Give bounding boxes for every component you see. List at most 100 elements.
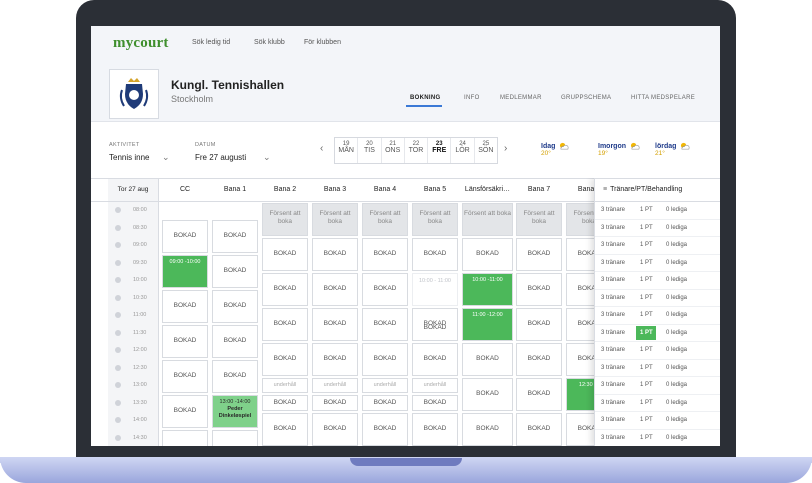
slot-booked[interactable]: BOKAD: [312, 273, 358, 306]
slot-closed[interactable]: Försent att boka: [516, 203, 562, 236]
trainer-row[interactable]: 3 tränare 1 PT 0 lediga: [595, 430, 720, 447]
chevron-down-icon[interactable]: ⌄: [263, 152, 271, 163]
slot-booked[interactable]: BOKAD: [312, 238, 358, 271]
trainer-row[interactable]: 3 tränare 1 PT 0 lediga: [595, 412, 720, 430]
slot-booked[interactable]: BOKAD: [362, 308, 408, 341]
activity-select[interactable]: Tennis inne: [109, 153, 149, 162]
slot-booked[interactable]: BOKAD: [212, 290, 258, 323]
trainer-row[interactable]: 3 tränare 1 PT 0 lediga: [595, 290, 720, 307]
trainer-row[interactable]: 3 tränare 1 PT 0 lediga: [595, 342, 720, 360]
slot-closed[interactable]: Försent att boka: [262, 203, 308, 236]
slot-booked[interactable]: BOKAD: [262, 343, 308, 376]
slot-available[interactable]: 11:00 -12:00: [462, 308, 513, 341]
day-sun[interactable]: 25 SÖN: [475, 138, 497, 163]
slot-closed[interactable]: Försent att boka: [362, 203, 408, 236]
tab-booking[interactable]: BOKNING: [410, 95, 440, 101]
date-select[interactable]: Fre 27 augusti: [195, 153, 246, 162]
trainer-row[interactable]: 3 tränare 1 PT 0 lediga: [595, 220, 720, 237]
slot-booked[interactable]: BOKAD: [312, 308, 358, 341]
hamburger-icon[interactable]: ≡: [603, 186, 607, 193]
day-tue[interactable]: 20 TIS: [358, 138, 382, 163]
time-row: 09:30: [108, 255, 159, 273]
slot-booked[interactable]: BOKAD: [162, 290, 208, 323]
slot-booked[interactable]: BOKAD: [212, 255, 258, 288]
slot-closed[interactable]: Försent att boka: [462, 203, 513, 236]
slot-booked[interactable]: BOKAD: [462, 238, 513, 271]
slot-booked[interactable]: BOKAD: [212, 220, 258, 253]
tab-find-partner[interactable]: HITTA MEDSPELARE: [631, 95, 695, 101]
slot-booked[interactable]: BOKAD: [312, 413, 358, 446]
trainer-row[interactable]: 3 tränare 1 PT 0 lediga: [595, 325, 720, 342]
slot-closed[interactable]: Försent att boka: [412, 203, 458, 236]
slot-past[interactable]: 10:00 - 11:00: [412, 273, 458, 306]
slot-booked[interactable]: BOKAD: [262, 413, 308, 446]
slot-maintenance[interactable]: underhåll: [412, 378, 458, 393]
chevron-down-icon[interactable]: ⌄: [162, 152, 170, 163]
tab-members[interactable]: MEDLEMMAR: [500, 95, 542, 101]
nav-for-club[interactable]: För klubben: [304, 39, 341, 46]
trainer-row[interactable]: 3 tränare 1 PT 0 lediga: [595, 307, 720, 325]
slot[interactable]: [212, 430, 258, 446]
slot-booked[interactable]: BOKAD: [362, 273, 408, 306]
slot-booked[interactable]: BOKAD: [162, 220, 208, 253]
slot-booked[interactable]: BOKAD: [362, 343, 408, 376]
chevron-right-icon[interactable]: ›: [504, 143, 507, 154]
time-label: 12:30: [133, 364, 147, 371]
slot-available[interactable]: 09:00 -10:00: [162, 255, 208, 288]
tab-info[interactable]: INFO: [464, 95, 480, 101]
slot-booked[interactable]: BOKAD: [262, 395, 308, 411]
slot-booked[interactable]: BOKAD: [462, 413, 513, 446]
slot-booked[interactable]: BOKAD: [162, 325, 208, 358]
slot-booked[interactable]: BOKAD: [362, 395, 408, 411]
slot-own-booking[interactable]: 13:00 -14:00 Peder Dinkeløspiel: [212, 395, 258, 428]
day-fri[interactable]: 23 FRE: [428, 138, 452, 163]
slot-booked[interactable]: BOKAD: [412, 413, 458, 446]
trainer-row[interactable]: 3 tränare 1 PT 0 lediga: [595, 395, 720, 412]
day-sat[interactable]: 24 LÖR: [451, 138, 475, 163]
slot-booked[interactable]: BOKAD: [516, 378, 562, 411]
slot-booked[interactable]: BOKAD: [516, 238, 562, 271]
slot-booked[interactable]: BOKAD: [412, 395, 458, 411]
day-wed[interactable]: 21 ONS: [382, 138, 405, 163]
slot-booked[interactable]: BOKAD: [516, 343, 562, 376]
slot-booked[interactable]: BOKAD: [412, 343, 458, 376]
mycourt-logo[interactable]: mycourt: [113, 35, 169, 52]
chevron-left-icon[interactable]: ‹: [320, 143, 323, 154]
day-mon[interactable]: 19 MÅN: [335, 138, 359, 163]
tab-group-schedule[interactable]: GRUPPSCHEMA: [561, 95, 611, 101]
trainer-row[interactable]: 3 tränare 1 PT 0 lediga: [595, 237, 720, 255]
slot-closed[interactable]: Försent att boka: [312, 203, 358, 236]
slot-booked[interactable]: BOKAD: [162, 395, 208, 428]
trainer-row[interactable]: 3 tränare 1 PT 0 lediga: [595, 377, 720, 395]
slot-booked[interactable]: BOKAD: [362, 238, 408, 271]
slot-booked[interactable]: BOKAD: [312, 343, 358, 376]
slot-available[interactable]: 10:00 -11:00: [462, 273, 513, 306]
slot-booked[interactable]: BOKAD: [462, 378, 513, 411]
trainer-row[interactable]: 3 tränare 1 PT 0 lediga: [595, 255, 720, 272]
trainer-row[interactable]: 3 tränare 1 PT 0 lediga: [595, 360, 720, 377]
nav-find-slot[interactable]: Sök ledig tid: [192, 39, 230, 46]
slot-booked[interactable]: BOKAD: [516, 308, 562, 341]
slot-booked[interactable]: BOKAD: [162, 360, 208, 393]
slot-booked[interactable]: BOKAD: [312, 395, 358, 411]
slot-maintenance[interactable]: underhåll: [262, 378, 308, 393]
slot-booked[interactable]: BOKAD: [212, 325, 258, 358]
slot-booked[interactable]: BOKAD: [516, 273, 562, 306]
pt-count: 1 PT: [640, 242, 653, 248]
slot-booked[interactable]: BOKAD: [412, 238, 458, 271]
slot-booked[interactable]: BOKAD: [262, 308, 308, 341]
slot[interactable]: [162, 430, 208, 446]
top-nav: mycourt Sök ledig tid Sök klubb För klub…: [91, 26, 720, 62]
slot-booked[interactable]: BOKAD: [516, 413, 562, 446]
slot-maintenance[interactable]: underhåll: [362, 378, 408, 393]
slot-maintenance[interactable]: underhåll: [312, 378, 358, 393]
day-thu[interactable]: 22 TOR: [405, 138, 429, 163]
trainer-row[interactable]: 3 tränare 1 PT 0 lediga: [595, 202, 720, 220]
slot-booked[interactable]: BOKAD: [262, 238, 308, 271]
slot-booked[interactable]: BOKAD: [362, 413, 408, 446]
slot-booked[interactable]: BOKAD: [462, 343, 513, 376]
slot-booked[interactable]: BOKAD: [212, 360, 258, 393]
nav-find-club[interactable]: Sök klubb: [254, 39, 285, 46]
slot-booked[interactable]: BOKAD: [262, 273, 308, 306]
trainer-row[interactable]: 3 tränare 1 PT 0 lediga: [595, 272, 720, 290]
